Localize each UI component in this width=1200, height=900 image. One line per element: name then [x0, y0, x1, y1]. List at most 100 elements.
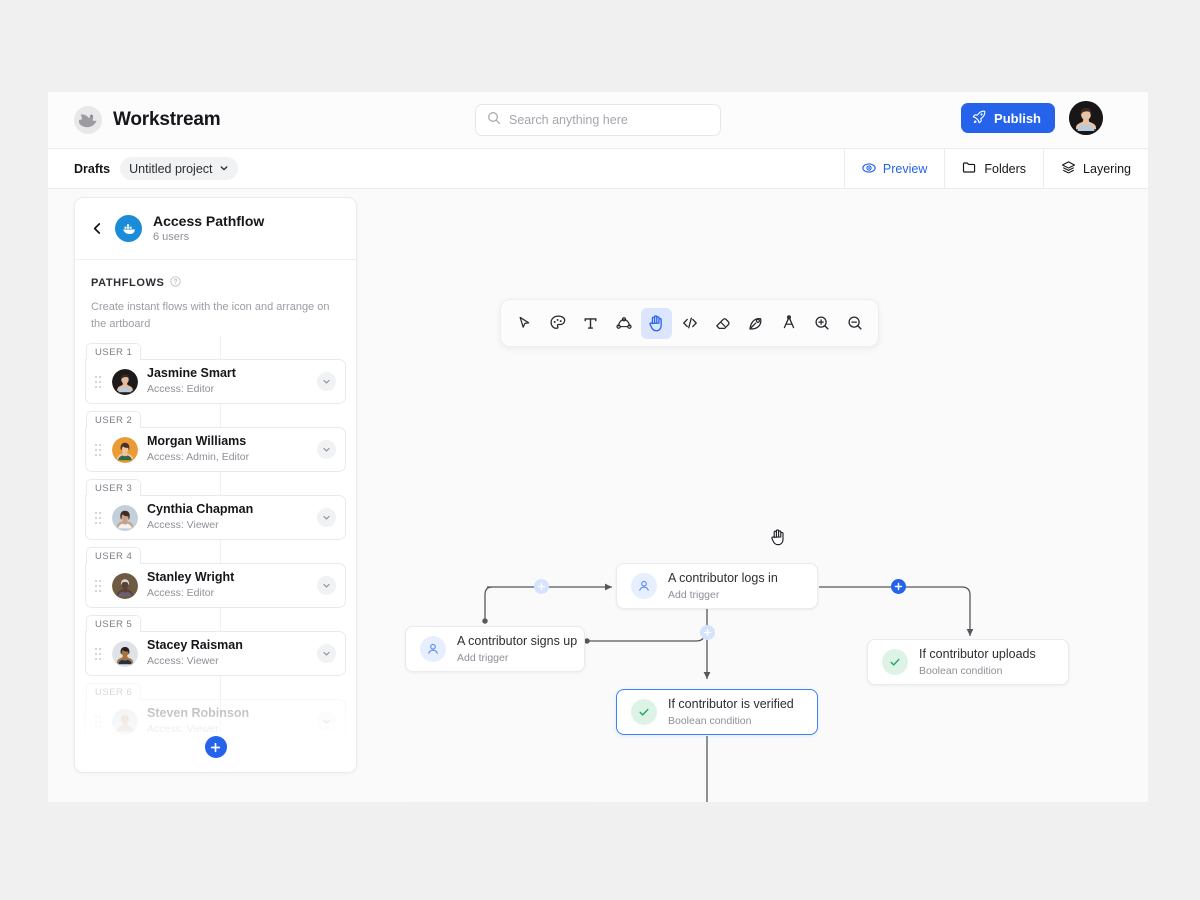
chevron-down-icon[interactable]: [317, 508, 336, 527]
canvas-toolbar: [500, 299, 879, 347]
project-selector[interactable]: Untitled project: [120, 157, 238, 180]
check-icon: [882, 649, 908, 675]
tab-preview-label: Preview: [882, 162, 928, 176]
select-tool-button[interactable]: [509, 308, 540, 339]
pen-tool-button[interactable]: [740, 308, 771, 339]
palette-tool-button[interactable]: [542, 308, 573, 339]
user-name: Stanley Wright: [147, 569, 235, 584]
user-tag: USER 4: [86, 547, 142, 564]
sub-bar: Drafts Untitled project Preview Folders: [48, 149, 1148, 189]
search-input[interactable]: Search anything here: [475, 104, 721, 136]
pathflows-label-row: PATHFLOWS: [91, 274, 340, 292]
flow-node-sub: Add trigger: [668, 589, 720, 602]
list-item[interactable]: Cynthia Chapman Access: Viewer: [85, 495, 346, 540]
drag-dots-icon[interactable]: [95, 647, 103, 660]
zoom-out-tool-button[interactable]: [839, 308, 870, 339]
avatar: [112, 368, 138, 395]
chevron-down-icon[interactable]: [317, 372, 336, 391]
zoom-in-tool-button[interactable]: [806, 308, 837, 339]
panel-head-text: Access Pathflow 6 users: [153, 212, 264, 246]
list-item[interactable]: Stacey Raisman Access: Viewer: [85, 631, 346, 676]
user-name: Stacey Raisman: [147, 637, 243, 652]
curve-tool-button[interactable]: [608, 308, 639, 339]
flow-node-signs-up[interactable]: A contributor signs up Add trigger: [405, 626, 585, 672]
drag-dots-icon[interactable]: [95, 579, 103, 592]
user-access: Access: Editor: [147, 587, 215, 600]
flow-node-sub: Boolean condition: [919, 665, 1003, 678]
drag-dots-icon[interactable]: [95, 375, 103, 388]
flow-node-text: A contributor signs up Add trigger: [457, 632, 577, 666]
user-group: USER 4 Stanley Wright Access: Editor: [85, 546, 346, 608]
user-name: Steven Robinson: [147, 705, 250, 720]
user-access: Access: Viewer: [147, 723, 219, 736]
flow-node-verified-condition[interactable]: If contributor is verified Boolean condi…: [616, 689, 818, 735]
help-circle-icon[interactable]: [170, 274, 182, 292]
list-item[interactable]: Stanley Wright Access: Editor: [85, 563, 346, 608]
user-name: Jasmine Smart: [147, 365, 236, 380]
chevron-down-icon[interactable]: [317, 644, 336, 663]
flow-node-text: A contributor logs in Add trigger: [668, 569, 778, 603]
check-icon: [631, 699, 657, 725]
workspace: A contributor signs up Add trigger A con…: [48, 189, 1148, 802]
list-item-text: Stanley Wright Access: Editor: [147, 570, 308, 601]
drag-dots-icon[interactable]: [95, 511, 103, 524]
add-step-handle-right[interactable]: [891, 579, 906, 594]
publish-button[interactable]: Publish: [961, 103, 1055, 133]
brand-name: Workstream: [113, 109, 221, 130]
tab-folders[interactable]: Folders: [944, 149, 1043, 189]
user-group: USER 5 Stacey Raisman Access: Viewer: [85, 614, 346, 676]
drag-dots-icon[interactable]: [95, 443, 103, 456]
app-window: Workstream Search anything here Publish: [48, 92, 1148, 802]
add-user-button[interactable]: [204, 736, 227, 758]
list-item[interactable]: Morgan Williams Access: Admin, Editor: [85, 427, 346, 472]
chevron-left-icon[interactable]: [91, 222, 104, 235]
code-tool-button[interactable]: [674, 308, 705, 339]
user-list: USER 1 Jasmine Smart Access: Editor USER…: [75, 336, 356, 744]
tab-preview[interactable]: Preview: [843, 149, 944, 189]
flow-node-title: If contributor uploads: [919, 647, 1036, 662]
avatar: [112, 504, 138, 531]
person-icon: [631, 573, 657, 599]
breadcrumb-drafts[interactable]: Drafts: [74, 162, 110, 176]
access-pathflow-panel: Access Pathflow 6 users PATHFLOWS Create…: [74, 197, 357, 773]
add-step-handle-middle[interactable]: [700, 625, 715, 640]
tab-layering[interactable]: Layering: [1043, 149, 1148, 189]
layers-icon: [1061, 160, 1076, 178]
user-tag: USER 2: [86, 411, 142, 428]
panel-header: Access Pathflow 6 users: [75, 198, 356, 260]
flow-canvas[interactable]: A contributor signs up Add trigger A con…: [357, 189, 1148, 802]
list-item-text: Morgan Williams Access: Admin, Editor: [147, 434, 308, 465]
chevron-down-icon[interactable]: [317, 576, 336, 595]
flow-node-logs-in[interactable]: A contributor logs in Add trigger: [616, 563, 818, 609]
add-step-handle-left[interactable]: [534, 579, 549, 594]
avatar: [112, 640, 138, 667]
panel-title: Access Pathflow: [153, 212, 265, 229]
folder-icon: [962, 160, 977, 178]
flow-node-title: A contributor logs in: [668, 571, 778, 586]
shape-tool-button[interactable]: [773, 308, 804, 339]
panel-user-count: 6 users: [153, 230, 190, 243]
list-item[interactable]: Jasmine Smart Access: Editor: [85, 359, 346, 404]
user-tag: USER 5: [86, 615, 142, 632]
user-group: USER 6 Steven Robinson Access: Viewer: [85, 682, 346, 744]
user-tag: USER 6: [86, 683, 142, 700]
flow-node-uploads[interactable]: If contributor uploads Boolean condition: [867, 639, 1069, 685]
user-tag: USER 3: [86, 479, 142, 496]
chevron-down-icon: [219, 162, 229, 176]
text-tool-button[interactable]: [575, 308, 606, 339]
eraser-tool-button[interactable]: [707, 308, 738, 339]
publish-label: Publish: [994, 110, 1041, 126]
user-group: USER 3 Cynthia Chapman Access: Viewer: [85, 478, 346, 540]
whale-logo-icon: [74, 106, 102, 134]
flow-node-title: A contributor signs up: [457, 634, 578, 649]
list-item-text: Stacey Raisman Access: Viewer: [147, 638, 308, 669]
tab-folders-label: Folders: [984, 162, 1027, 176]
docker-whale-icon: [115, 215, 142, 242]
chevron-down-icon[interactable]: [317, 440, 336, 459]
avatar: [112, 708, 138, 735]
sub-tabs: Preview Folders Layering: [843, 149, 1148, 189]
drag-dots-icon[interactable]: [95, 715, 103, 728]
hand-tool-button[interactable]: [641, 307, 672, 339]
chevron-down-icon[interactable]: [317, 712, 336, 731]
avatar[interactable]: [1069, 101, 1103, 135]
